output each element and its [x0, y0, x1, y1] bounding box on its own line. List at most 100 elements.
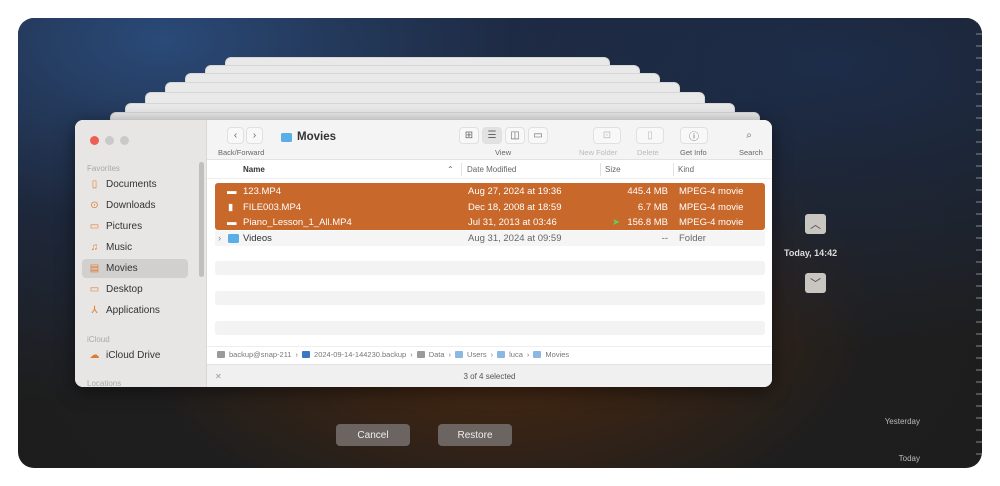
folder-icon: [228, 233, 239, 246]
video-file-icon: ▬: [227, 186, 237, 197]
new-folder-button[interactable]: ⊡: [593, 127, 621, 144]
new-folder-label: New Folder: [579, 148, 618, 157]
timeline-today[interactable]: Today: [899, 454, 920, 463]
forward-button[interactable]: ›: [246, 127, 263, 144]
close-button[interactable]: [90, 136, 99, 145]
file-row[interactable]: ▬ 123.MP4 Aug 27, 2024 at 19:36 445.4 MB…: [215, 184, 765, 200]
favorites-label: Favorites: [87, 164, 120, 173]
get-info-button[interactable]: ⓘ: [680, 127, 708, 144]
gallery-icon: ▭: [533, 130, 543, 141]
sidebar-item-downloads[interactable]: ⊙ Downloads: [82, 196, 188, 215]
folder-icon: [497, 351, 506, 358]
icon-view-button[interactable]: ⊞: [459, 127, 479, 144]
disk-icon: [302, 351, 311, 358]
previous-backup-button[interactable]: ︿: [805, 214, 826, 234]
sidebar-item-music[interactable]: ♫ Music: [82, 238, 188, 257]
column-header: Name ⌃ Date Modified Size Kind: [207, 160, 772, 179]
folder-icon: [281, 132, 292, 142]
folder-icon: [533, 351, 542, 358]
minimize-button[interactable]: [105, 136, 114, 145]
folder-icon: [455, 351, 464, 358]
cancel-button[interactable]: Cancel: [336, 424, 410, 446]
pictures-icon: ▭: [89, 221, 100, 232]
column-kind[interactable]: Kind: [678, 165, 694, 174]
path-item[interactable]: Data: [429, 350, 445, 359]
desktop-icon: ▭: [89, 284, 100, 295]
sidebar-item-pictures[interactable]: ▭ Pictures: [82, 217, 188, 236]
back-forward-label: Back/Forward: [218, 148, 265, 157]
sidebar-item-documents[interactable]: ▯ Documents: [82, 175, 188, 194]
locations-label: Locations: [87, 379, 122, 387]
new-folder-icon: ⊡: [602, 130, 612, 141]
back-button[interactable]: ‹: [227, 127, 244, 144]
finder-window: Favorites ▯ Documents ⊙ Downloads ▭ Picture…: [75, 120, 772, 387]
window-title: Movies: [281, 131, 336, 143]
close-icon[interactable]: ✕: [215, 365, 222, 387]
view-label: View: [495, 148, 512, 157]
info-icon: ⓘ: [689, 132, 699, 143]
sort-ascending-icon: ⌃: [447, 165, 454, 174]
icloud-label: iCloud: [87, 335, 110, 344]
next-backup-button[interactable]: ﹀: [805, 273, 826, 293]
chevron-down-icon: ﹀: [810, 278, 821, 290]
list-view-button[interactable]: ☰: [482, 127, 502, 144]
search-label: Search: [739, 148, 763, 157]
empty-row: [215, 261, 765, 275]
list-icon: ☰: [487, 130, 497, 141]
timeline-ticks[interactable]: [943, 18, 982, 468]
path-item[interactable]: luca: [509, 350, 523, 359]
zoom-button[interactable]: [120, 136, 129, 145]
path-item[interactable]: Movies: [545, 350, 569, 359]
sidebar-scrollbar[interactable]: [199, 162, 204, 277]
columns-icon: ◫: [510, 130, 520, 141]
music-icon: ♫: [90, 242, 99, 253]
timeline-yesterday[interactable]: Yesterday: [885, 417, 920, 426]
delete-button[interactable]: ▯: [636, 127, 664, 144]
path-item[interactable]: backup@snap-211: [229, 350, 292, 359]
video-file-icon: ▮: [228, 201, 234, 213]
path-bar: backup@snap-211 › 2024-09-14-144230.backu…: [207, 346, 772, 362]
cloud-icon: ☁: [89, 350, 100, 361]
empty-row: [215, 291, 765, 305]
toolbar: ‹ › Back/Forward Movies ⊞ ☰ ◫ ▭ View ⊡ N…: [207, 120, 772, 160]
trash-icon: ▯: [647, 130, 653, 141]
chevron-right-icon: ›: [252, 130, 257, 141]
chevron-up-icon: ︿: [810, 219, 821, 231]
folder-row[interactable]: › Videos Aug 31, 2024 at 09:59 -- Folder: [215, 230, 765, 246]
film-icon: ▤: [89, 263, 100, 274]
search-button[interactable]: ⌕: [739, 127, 759, 144]
status-bar: ✕ 3 of 4 selected: [207, 364, 772, 387]
path-item[interactable]: Users: [467, 350, 487, 359]
sidebar-item-applications[interactable]: ⅄ Applications: [82, 301, 188, 320]
sidebar-item-movies[interactable]: ▤ Movies: [82, 259, 188, 278]
column-size[interactable]: Size: [605, 165, 621, 174]
column-name[interactable]: Name: [243, 165, 265, 174]
window-controls: [90, 136, 129, 145]
chevron-left-icon: ‹: [233, 130, 238, 141]
file-row[interactable]: ▬ Piano_Lesson_1_All.MP4 Jul 31, 2013 at…: [215, 215, 765, 231]
column-view-button[interactable]: ◫: [505, 127, 525, 144]
search-icon: ⌕: [746, 130, 752, 141]
cursor-icon: ➤: [612, 217, 620, 228]
get-info-label: Get Info: [680, 148, 707, 157]
current-backup-time: Today, 14:42: [784, 248, 838, 258]
grid-icon: ⊞: [464, 130, 474, 141]
document-icon: ▯: [91, 179, 98, 190]
video-file-icon: ▬: [227, 217, 237, 228]
sidebar: Favorites ▯ Documents ⊙ Downloads ▭ Picture…: [75, 120, 207, 387]
empty-row: [215, 321, 765, 335]
gallery-view-button[interactable]: ▭: [528, 127, 548, 144]
download-icon: ⊙: [90, 200, 99, 211]
restore-button[interactable]: Restore: [438, 424, 512, 446]
column-date-modified[interactable]: Date Modified: [467, 165, 516, 174]
path-item[interactable]: 2024-09-14-144230.backup: [314, 350, 406, 359]
time-machine-background: Favorites ▯ Documents ⊙ Downloads ▭ Picture…: [18, 18, 982, 468]
sidebar-item-desktop[interactable]: ▭ Desktop: [82, 280, 188, 299]
applications-icon: ⅄: [91, 305, 98, 316]
sidebar-item-icloud-drive[interactable]: ☁ iCloud Drive: [82, 346, 188, 365]
disclosure-triangle-icon[interactable]: ›: [218, 233, 221, 244]
file-row[interactable]: ▮ FILE003.MP4 Dec 18, 2008 at 18:59 6.7 …: [215, 200, 765, 216]
server-icon: [217, 351, 225, 358]
delete-label: Delete: [637, 148, 659, 157]
selection-status: 3 of 4 selected: [463, 372, 516, 381]
